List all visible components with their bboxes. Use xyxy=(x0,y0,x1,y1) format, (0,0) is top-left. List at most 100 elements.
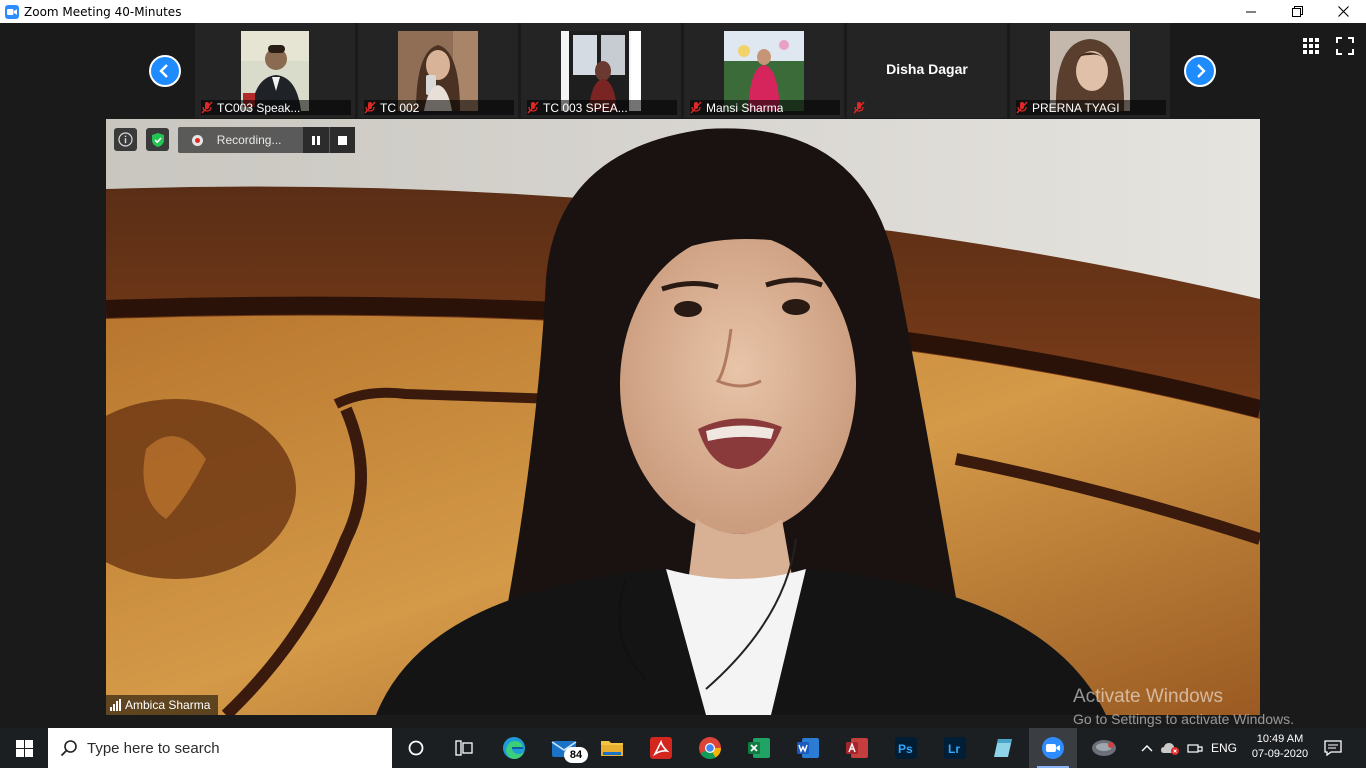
signal-strength-icon xyxy=(110,699,121,711)
other-app[interactable] xyxy=(1080,728,1128,768)
active-speaker-video: Recording... Ambica Sharma xyxy=(106,119,1260,715)
muted-mic-icon xyxy=(364,101,376,114)
start-button[interactable] xyxy=(0,728,48,768)
acrobat-app[interactable] xyxy=(637,728,685,768)
muted-mic-icon xyxy=(690,101,702,114)
pause-recording-button[interactable] xyxy=(303,127,329,153)
windows-taskbar: Type here to search 84 Ps Lr ENG 10:49 A… xyxy=(0,728,1366,768)
participant-video xyxy=(241,31,309,111)
clock-date: 07-09-2020 xyxy=(1251,748,1309,760)
muted-mic-icon xyxy=(201,101,213,114)
participant-name-label xyxy=(853,100,1003,115)
participant-video xyxy=(724,31,804,111)
edge-icon xyxy=(503,737,525,759)
edge-app[interactable] xyxy=(490,728,538,768)
fullscreen-icon[interactable] xyxy=(1336,37,1354,55)
participant-name-label: Mansi Sharma xyxy=(690,100,840,115)
word-app[interactable] xyxy=(784,728,832,768)
participant-tile[interactable]: Disha Dagar xyxy=(847,23,1007,118)
access-app[interactable] xyxy=(833,728,881,768)
network-tray-button[interactable] xyxy=(1184,728,1206,768)
windows-logo-icon xyxy=(15,739,33,757)
participant-name-label: PRERNA TYAGI xyxy=(1016,100,1166,115)
participant-name-label: TC 002 xyxy=(364,100,514,115)
recording-bar: Recording... xyxy=(178,127,355,153)
participant-video xyxy=(561,31,641,111)
notepad-app[interactable] xyxy=(980,728,1028,768)
chrome-icon xyxy=(699,737,721,759)
recording-dot-icon xyxy=(192,134,203,146)
close-icon xyxy=(1337,6,1349,17)
restore-button[interactable] xyxy=(1274,0,1320,23)
system-clock[interactable]: 10:49 AM 07-09-2020 xyxy=(1246,732,1314,762)
folder-icon xyxy=(601,741,623,756)
acrobat-icon xyxy=(650,737,672,759)
zoom-app-icon xyxy=(5,4,19,19)
lightroom-app[interactable]: Lr xyxy=(931,728,979,768)
title-bar: Zoom Meeting 40-Minutes xyxy=(0,0,1366,23)
muted-mic-icon xyxy=(527,101,539,114)
participant-tile[interactable]: PRERNA TYAGI xyxy=(1010,23,1170,118)
svg-text:Ps: Ps xyxy=(898,742,913,756)
excel-app[interactable] xyxy=(735,728,783,768)
file-explorer-app[interactable] xyxy=(588,728,636,768)
pause-icon xyxy=(311,135,320,145)
recording-label: Recording... xyxy=(216,133,282,147)
action-center-button[interactable] xyxy=(1318,728,1348,768)
word-icon xyxy=(797,738,819,758)
participant-video xyxy=(398,31,478,111)
cortana-button[interactable] xyxy=(392,728,440,768)
grid-view-icon[interactable] xyxy=(1302,37,1320,55)
onedrive-tray-button[interactable] xyxy=(1158,728,1182,768)
task-view-icon xyxy=(455,740,473,756)
chevron-up-icon xyxy=(1141,745,1153,752)
cortana-icon xyxy=(408,740,424,756)
search-placeholder: Type here to search xyxy=(87,739,220,757)
info-icon xyxy=(118,132,133,147)
participant-tile[interactable]: TC003 Speak... xyxy=(195,23,355,118)
network-icon xyxy=(1187,744,1203,753)
stop-icon xyxy=(337,135,347,145)
stop-recording-button[interactable] xyxy=(329,127,355,153)
task-view-button[interactable] xyxy=(440,728,488,768)
muted-mic-icon xyxy=(1016,101,1028,114)
chrome-app[interactable] xyxy=(686,728,734,768)
minimize-icon xyxy=(1246,11,1256,12)
chevron-left-icon xyxy=(159,64,168,78)
notifications-icon xyxy=(1324,740,1342,756)
svg-text:Lr: Lr xyxy=(948,742,960,756)
minimize-button[interactable] xyxy=(1228,0,1274,23)
zoom-app[interactable] xyxy=(1029,728,1077,768)
chevron-right-icon xyxy=(1197,64,1206,78)
speaker-video-frame xyxy=(106,119,1260,715)
notepad-icon xyxy=(994,739,1012,757)
participant-strip: TC003 Speak... TC 002 TC 003 SPEA... Man… xyxy=(0,23,1366,118)
participant-tile[interactable]: TC 003 SPEA... xyxy=(521,23,681,118)
excel-icon xyxy=(748,738,770,758)
participant-tile[interactable]: Mansi Sharma xyxy=(684,23,844,118)
participant-tile[interactable]: TC 002 xyxy=(358,23,518,118)
access-icon xyxy=(846,738,868,758)
participant-display-name: Disha Dagar xyxy=(886,61,968,77)
zoom-meeting-area: TC003 Speak... TC 002 TC 003 SPEA... Man… xyxy=(0,23,1366,728)
language-indicator[interactable]: ENG xyxy=(1208,728,1240,768)
participant-video xyxy=(1050,31,1130,111)
participant-name-label: TC 003 SPEA... xyxy=(527,100,677,115)
mail-unread-badge: 84 xyxy=(564,747,588,763)
show-hidden-icons-button[interactable] xyxy=(1136,728,1158,768)
shield-icon xyxy=(151,132,164,147)
photoshop-app[interactable]: Ps xyxy=(882,728,930,768)
taskbar-search-box[interactable]: Type here to search xyxy=(48,728,392,768)
meeting-info-button[interactable] xyxy=(114,128,137,151)
participant-name-label: TC003 Speak... xyxy=(201,100,351,115)
speaker-name-label: Ambica Sharma xyxy=(106,695,219,715)
activate-windows-watermark: Activate Windows Go to Settings to activ… xyxy=(1073,686,1294,727)
lightroom-icon: Lr xyxy=(944,737,966,759)
window-title: Zoom Meeting 40-Minutes xyxy=(24,4,182,19)
clock-time: 10:49 AM xyxy=(1256,733,1304,745)
close-button[interactable] xyxy=(1320,0,1366,23)
encryption-button[interactable] xyxy=(146,128,169,151)
next-page-button[interactable] xyxy=(1184,55,1216,87)
previous-page-button[interactable] xyxy=(149,55,181,87)
restore-icon xyxy=(1291,6,1303,17)
